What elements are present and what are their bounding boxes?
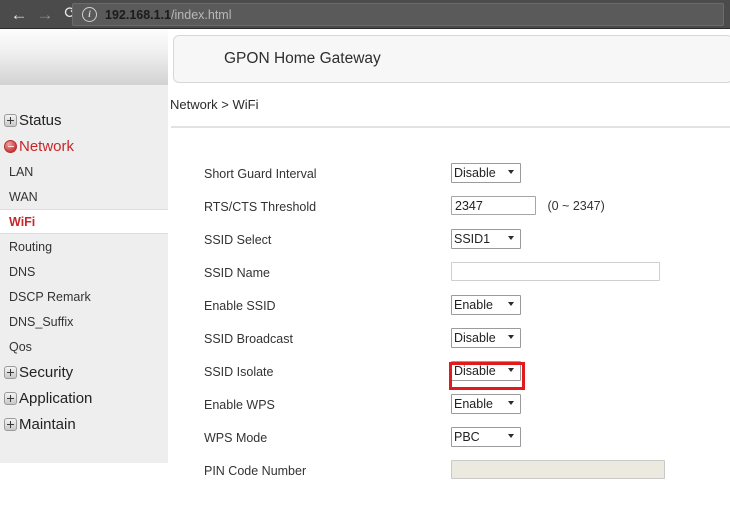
url-bar[interactable]: i 192.168.1.1/index.html: [72, 3, 724, 26]
wifi-settings-form: Short Guard Interval Disable RTS/CTS Thr…: [168, 163, 730, 493]
enable-wps-select[interactable]: Enable: [451, 394, 521, 414]
form-row: Enable WPS Enable: [168, 394, 730, 427]
browser-toolbar: ← → ⟳ i 192.168.1.1/index.html: [0, 0, 730, 29]
url-host: 192.168.1.1: [105, 7, 172, 22]
router-admin-page: Status Network LAN WAN WiFi Routing DNS …: [0, 29, 730, 518]
field-label: PIN Code Number: [204, 464, 307, 478]
ssid-isolate-select[interactable]: Disable: [451, 361, 521, 381]
plus-icon[interactable]: [4, 113, 17, 127]
form-row: WPS Mode PBC: [168, 427, 730, 460]
plus-icon[interactable]: [4, 365, 17, 379]
form-row: RTS/CTS Threshold (0 ~ 2347): [168, 196, 730, 229]
sidebar-item-lan[interactable]: LAN: [0, 159, 168, 184]
breadcrumb: Network > WiFi: [170, 97, 259, 112]
url-path: /index.html: [171, 7, 232, 22]
minus-icon[interactable]: [4, 139, 17, 153]
field-label: Short Guard Interval: [204, 167, 317, 181]
sidebar-group-network[interactable]: Network: [0, 133, 168, 159]
field-label: SSID Isolate: [204, 365, 274, 379]
plus-icon[interactable]: [4, 391, 17, 405]
short-guard-interval-select[interactable]: Disable: [451, 163, 521, 183]
field-label: RTS/CTS Threshold: [204, 200, 317, 214]
sidebar-group-label: Maintain: [19, 415, 76, 433]
ssid-select-dropdown[interactable]: SSID1: [451, 229, 521, 249]
form-row: PIN Code Number: [168, 460, 730, 493]
ssid-broadcast-select[interactable]: Disable: [451, 328, 521, 348]
sidebar-group-maintain[interactable]: Maintain: [0, 411, 168, 437]
sidebar-item-dns[interactable]: DNS: [0, 259, 168, 284]
form-row: SSID Select SSID1: [168, 229, 730, 262]
field-label: SSID Broadcast: [204, 332, 293, 346]
form-row: Enable SSID Enable: [168, 295, 730, 328]
site-info-icon[interactable]: i: [82, 7, 97, 22]
forward-arrow-icon[interactable]: →: [32, 1, 58, 27]
sidebar-top-band: [0, 29, 168, 85]
sidebar: Status Network LAN WAN WiFi Routing DNS …: [0, 29, 168, 463]
plus-icon[interactable]: [4, 417, 17, 431]
sidebar-group-label: Application: [19, 389, 93, 407]
sidebar-group-status[interactable]: Status: [0, 107, 168, 133]
page-title: GPON Home Gateway: [224, 50, 381, 67]
field-label: SSID Select: [204, 233, 272, 247]
content-divider: [171, 126, 730, 128]
gateway-header-panel: GPON Home Gateway: [173, 35, 730, 83]
ssid-name-input[interactable]: [451, 262, 660, 281]
sidebar-item-dscp-remark[interactable]: DSCP Remark: [0, 284, 168, 309]
sidebar-item-wifi[interactable]: WiFi: [0, 209, 168, 234]
rts-cts-threshold-hint: (0 ~ 2347): [547, 198, 605, 213]
wps-mode-select[interactable]: PBC: [451, 427, 521, 447]
sidebar-group-label: Network: [19, 137, 75, 155]
sidebar-menu: Status Network LAN WAN WiFi Routing DNS …: [0, 107, 168, 437]
sidebar-item-dns-suffix[interactable]: DNS_Suffix: [0, 309, 168, 334]
back-arrow-icon[interactable]: ←: [6, 1, 32, 27]
sidebar-group-application[interactable]: Application: [0, 385, 168, 411]
pin-code-number-input: [451, 460, 665, 479]
field-label: SSID Name: [204, 266, 270, 280]
field-label: Enable WPS: [204, 398, 275, 412]
sidebar-group-label: Status: [19, 111, 62, 129]
url-text: 192.168.1.1/index.html: [105, 8, 232, 22]
sidebar-group-security[interactable]: Security: [0, 359, 168, 385]
form-row: Short Guard Interval Disable: [168, 163, 730, 196]
sidebar-item-wan[interactable]: WAN: [0, 184, 168, 209]
content-area: GPON Home Gateway Network > WiFi Short G…: [168, 29, 730, 518]
enable-ssid-select[interactable]: Enable: [451, 295, 521, 315]
form-row: SSID Isolate Disable: [168, 361, 730, 394]
rts-cts-threshold-input[interactable]: [451, 196, 536, 215]
form-row: SSID Name: [168, 262, 730, 295]
field-label: Enable SSID: [204, 299, 276, 313]
form-row: SSID Broadcast Disable: [168, 328, 730, 361]
sidebar-item-qos[interactable]: Qos: [0, 334, 168, 359]
field-label: WPS Mode: [204, 431, 268, 445]
sidebar-item-routing[interactable]: Routing: [0, 234, 168, 259]
sidebar-group-label: Security: [19, 363, 74, 381]
